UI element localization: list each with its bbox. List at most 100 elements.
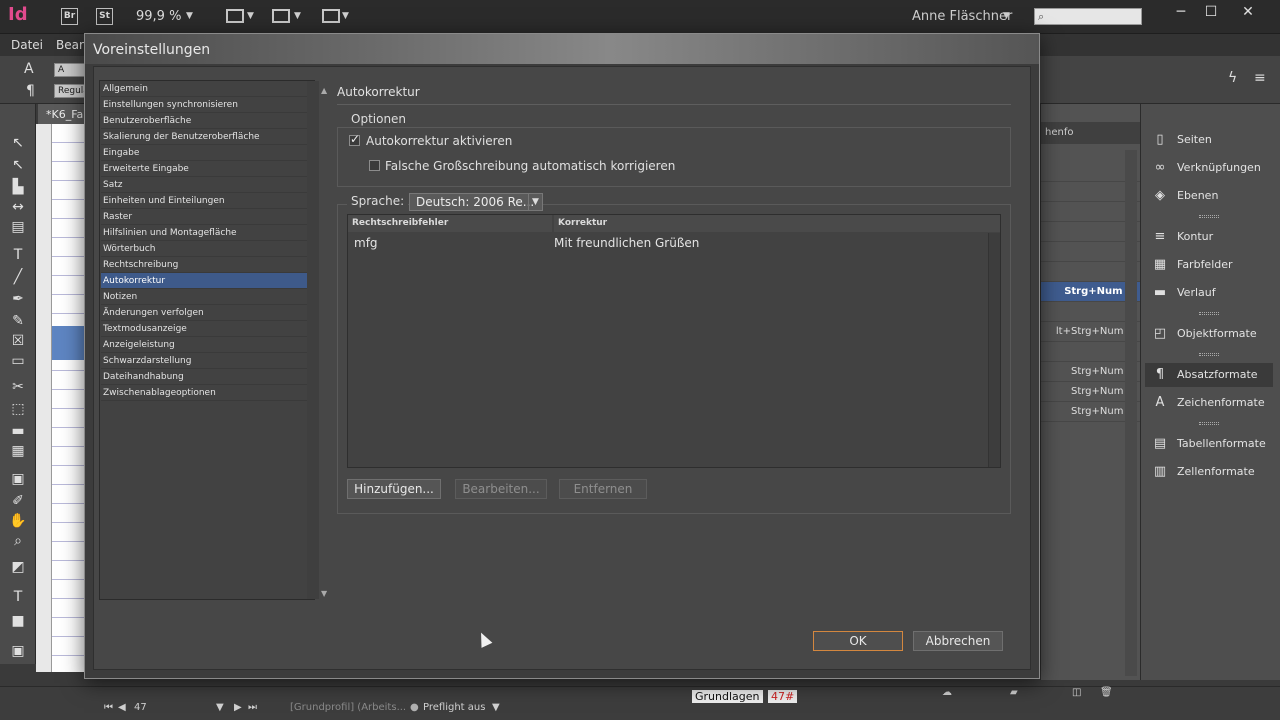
page-tool-icon[interactable]: ▙ — [8, 178, 28, 196]
nav-item-einheiten[interactable]: Einheiten und Einteilungen — [101, 193, 309, 209]
paragraph-controls-icon[interactable]: ¶ — [26, 83, 35, 99]
nav-item-synchronisieren[interactable]: Einstellungen synchronisieren — [101, 97, 309, 113]
nav-item-skalierung[interactable]: Skalierung der Benutzeroberfläche — [101, 129, 309, 145]
lightning-icon[interactable]: ϟ — [1228, 70, 1237, 86]
fix-capitalization-checkbox[interactable] — [369, 160, 380, 171]
nav-item-satz[interactable]: Satz — [101, 177, 309, 193]
ok-button[interactable]: OK — [813, 631, 903, 651]
column-header-misspelled[interactable]: Rechtschreibfehler — [348, 215, 552, 232]
remove-button[interactable]: Entfernen — [559, 479, 647, 499]
dock-verlauf[interactable]: ▬ Verlauf — [1145, 281, 1273, 305]
add-button[interactable]: Hinzufügen... — [347, 479, 441, 499]
nav-item-textmodus[interactable]: Textmodusanzeige — [101, 321, 309, 337]
enable-autocorrect-label[interactable]: Autokorrektur aktivieren — [366, 134, 512, 148]
hand-tool-icon[interactable]: ✋ — [8, 512, 28, 530]
free-transform-tool-icon[interactable]: ⬚ — [8, 400, 28, 418]
direct-selection-tool-icon[interactable]: ↖ — [8, 156, 28, 174]
selection-tool-icon[interactable]: ↖ — [8, 134, 28, 152]
panel-header[interactable]: henfo — [1041, 122, 1141, 144]
page-number-field[interactable]: 47 — [134, 702, 147, 713]
zoom-dropdown-icon[interactable]: ▼ — [186, 11, 193, 21]
user-dropdown-icon[interactable]: ▼ — [1003, 11, 1010, 21]
type-tool-icon[interactable]: T — [8, 246, 28, 264]
dock-group-grip[interactable] — [1199, 215, 1219, 218]
scroll-up-icon[interactable]: ▲ — [321, 86, 327, 95]
nav-item-erweiterte-eingabe[interactable]: Erweiterte Eingabe — [101, 161, 309, 177]
minimize-button[interactable]: ─ — [1165, 2, 1197, 22]
dock-group-grip[interactable] — [1199, 422, 1219, 425]
arrange-dropdown-icon[interactable]: ▼ — [342, 11, 349, 21]
enable-autocorrect-checkbox[interactable]: ✓ — [349, 132, 360, 146]
preflight-profile[interactable]: [Grundprofil] (Arbeits... — [290, 702, 406, 713]
nav-item-dateihandhabung[interactable]: Dateihandhabung — [101, 369, 309, 385]
character-controls-icon[interactable]: A — [24, 61, 34, 77]
dock-zeichenformate[interactable]: A Zeichenformate — [1145, 391, 1273, 415]
pencil-tool-icon[interactable]: ✎ — [8, 312, 28, 330]
language-select[interactable]: Deutsch: 2006 Re... ▼ — [409, 193, 543, 211]
scroll-down-icon[interactable]: ▼ — [321, 589, 327, 598]
dock-seiten[interactable]: ▯ Seiten — [1145, 128, 1273, 152]
stock-button[interactable]: St — [96, 8, 113, 25]
rectangle-tool-icon[interactable]: ▭ — [8, 352, 28, 370]
dock-ebenen[interactable]: ◈ Ebenen — [1145, 184, 1273, 208]
column-header-correction[interactable]: Korrektur — [554, 215, 1000, 232]
preflight-dropdown-icon[interactable]: ▼ — [492, 702, 500, 713]
page-dropdown-icon[interactable]: ▼ — [216, 702, 224, 713]
dock-absatzformate[interactable]: ¶ Absatzformate — [1145, 363, 1273, 387]
nav-item-notizen[interactable]: Notizen — [101, 289, 309, 305]
fill-stroke-icon[interactable]: ◩ — [8, 558, 28, 576]
menu-datei[interactable]: Datei — [11, 38, 43, 52]
next-page-icon[interactable]: ▶ — [234, 702, 242, 713]
content-collector-icon[interactable]: ▤ — [8, 218, 28, 236]
gap-tool-icon[interactable]: ↔ — [8, 198, 28, 216]
cancel-button[interactable]: Abbrechen — [913, 631, 1003, 651]
scissors-tool-icon[interactable]: ✂ — [8, 378, 28, 396]
new-style-icon[interactable]: ◫ — [1072, 687, 1081, 698]
panel-scrollbar[interactable] — [1125, 150, 1137, 676]
note-tool-icon[interactable]: ▣ — [8, 470, 28, 488]
gradient-swatch-tool-icon[interactable]: ▬ — [8, 422, 28, 440]
nav-item-hilfslinien[interactable]: Hilfslinien und Montagefläche — [101, 225, 309, 241]
dock-zellenformate[interactable]: ▥ Zellenformate — [1145, 460, 1273, 484]
delete-style-icon[interactable]: 🗑 — [1100, 687, 1113, 698]
dialog-titlebar[interactable] — [85, 34, 1039, 64]
fix-capitalization-label[interactable]: Falsche Großschreibung automatisch korri… — [385, 159, 675, 173]
view-options-icon[interactable] — [226, 9, 244, 23]
user-account[interactable]: Anne Fläschner — [912, 9, 1012, 24]
pen-tool-icon[interactable]: ✒ — [8, 290, 28, 308]
font-family-field[interactable]: A — [54, 63, 86, 77]
first-page-icon[interactable]: ⏮ — [104, 702, 113, 713]
eyedropper-tool-icon[interactable]: ✐ — [8, 492, 28, 510]
nav-item-zwischenablage[interactable]: Zwischenablageoptionen — [101, 385, 309, 401]
nav-item-allgemein[interactable]: Allgemein — [101, 81, 309, 97]
dock-verknuepfungen[interactable]: ∞ Verknüpfungen — [1145, 156, 1273, 180]
nav-item-anzeigeleistung[interactable]: Anzeigeleistung — [101, 337, 309, 353]
screen-mode-dropdown-icon[interactable]: ▼ — [294, 11, 301, 21]
rectangle-frame-tool-icon[interactable]: ☒ — [8, 332, 28, 350]
dock-farbfelder[interactable]: ▦ Farbfelder — [1145, 253, 1273, 277]
screen-mode-icon[interactable] — [272, 9, 290, 23]
nav-item-aenderungen[interactable]: Änderungen verfolgen — [101, 305, 309, 321]
arrange-documents-icon[interactable] — [322, 9, 340, 23]
nav-item-raster[interactable]: Raster — [101, 209, 309, 225]
new-group-icon[interactable]: ▰ — [1010, 687, 1018, 698]
prev-page-icon[interactable]: ◀ — [118, 702, 126, 713]
panel-menu-icon[interactable]: ≡ — [1254, 70, 1266, 86]
menu-bearbeiten[interactable]: Bear — [56, 38, 84, 52]
close-button[interactable]: ✕ — [1232, 2, 1264, 22]
nav-item-rechtschreibung[interactable]: Rechtschreibung — [101, 257, 309, 273]
dock-group-grip[interactable] — [1199, 312, 1219, 315]
bridge-button[interactable]: Br — [61, 8, 78, 25]
apply-none-icon[interactable]: ■ — [8, 612, 28, 630]
dock-objektformate[interactable]: ◰ Objektformate — [1145, 322, 1273, 346]
gradient-feather-tool-icon[interactable]: ▦ — [8, 442, 28, 460]
correction-cell[interactable]: Mit freundlichen Grüßen — [554, 236, 699, 250]
search-input[interactable]: ⌕ — [1034, 8, 1142, 25]
dock-kontur[interactable]: ≡ Kontur — [1145, 225, 1273, 249]
zoom-tool-icon[interactable]: ⌕ — [8, 532, 28, 550]
nav-item-benutzeroberflaeche[interactable]: Benutzeroberfläche — [101, 113, 309, 129]
misspelled-cell[interactable]: mfg — [354, 236, 378, 250]
dock-tabellenformate[interactable]: ▤ Tabellenformate — [1145, 432, 1273, 456]
preflight-status[interactable]: Preflight aus — [423, 702, 485, 713]
last-page-icon[interactable]: ⏭ — [248, 702, 257, 713]
